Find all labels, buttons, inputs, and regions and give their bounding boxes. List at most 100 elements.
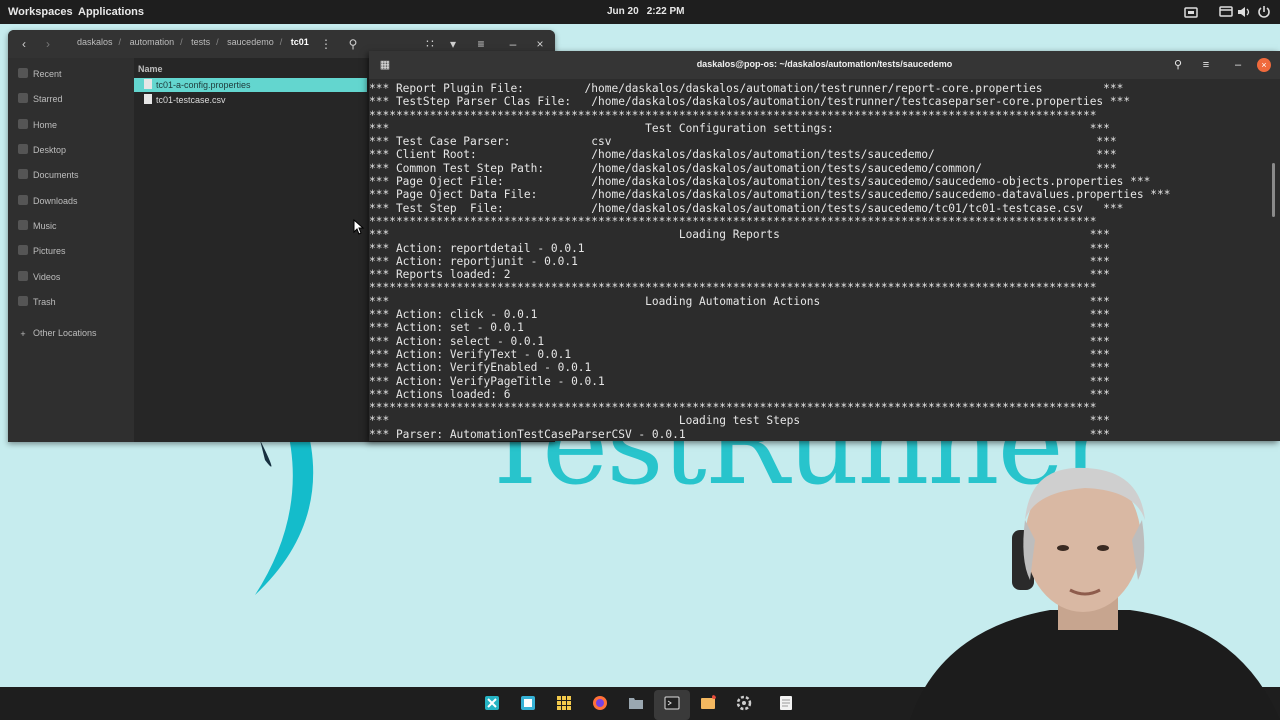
desktop-icon: [18, 144, 28, 154]
file-row[interactable]: tc01-testcase.csv: [134, 93, 367, 107]
sidebar-item-label: Music: [33, 221, 57, 231]
breadcrumb-separator: /: [216, 37, 219, 47]
breadcrumb-separator: /: [180, 37, 183, 47]
minimize-icon[interactable]: –: [1230, 57, 1246, 73]
documents-icon: [18, 169, 28, 179]
sidebar-item-pictures[interactable]: Pictures: [18, 244, 66, 258]
terminal-line: *** Page Oject File: /home/daskalos/dask…: [369, 175, 1151, 189]
mouse-pointer-icon: [353, 219, 365, 235]
webcam-presenter: [910, 467, 1280, 720]
terminal-line: ****************************************…: [369, 281, 1097, 295]
music-icon: [18, 220, 28, 230]
terminal-line: *** Loading Automation Actions ***: [369, 294, 1110, 308]
terminal-line: *** Action: reportdetail - 0.0.1 ***: [369, 241, 1110, 255]
sidebar-item-label: Other Locations: [33, 328, 97, 338]
sidebar-item-downloads[interactable]: Downloads: [18, 194, 78, 208]
terminal-window[interactable]: ▦ daskalos@pop-os: ~/daskalos/automation…: [369, 51, 1280, 441]
notifications-icon[interactable]: [1183, 4, 1199, 20]
applications-button[interactable]: Applications: [78, 0, 144, 24]
minimize-icon[interactable]: –: [505, 36, 521, 52]
wallpaper-swoosh: [255, 420, 314, 595]
breadcrumb-separator: /: [279, 37, 283, 47]
text-editor-icon[interactable]: [778, 695, 794, 711]
trash-icon: [18, 296, 28, 306]
clock[interactable]: Jun 20 2:22 PM: [607, 0, 692, 24]
terminal-line: *** TestStep Parser Clas File: /home/das…: [369, 95, 1131, 109]
places-sidebar: Recent Starred Home Desktop Documents Do…: [8, 58, 134, 442]
forward-icon[interactable]: ›: [40, 36, 56, 52]
pictures-icon: [18, 245, 28, 255]
store-icon[interactable]: [700, 695, 716, 711]
breadcrumb-item[interactable]: daskalos: [77, 37, 113, 47]
power-icon[interactable]: [1256, 4, 1272, 20]
sidebar-item-videos[interactable]: Videos: [18, 270, 60, 284]
time-label: 2:22 PM: [646, 6, 685, 17]
workspaces-button[interactable]: Workspaces: [8, 0, 73, 24]
sidebar-item-other-locations[interactable]: + Other Locations: [18, 326, 97, 340]
file-name: tc01-a-config.properties: [156, 80, 251, 90]
sidebar-item-label: Home: [33, 120, 58, 130]
app-grid-icon[interactable]: [520, 695, 536, 711]
menu-icon[interactable]: ≡: [1198, 57, 1214, 73]
date-label: Jun 20: [607, 6, 639, 17]
file-row[interactable]: tc01-a-config.properties: [134, 78, 367, 92]
terminal-header: ▦ daskalos@pop-os: ~/daskalos/automation…: [369, 51, 1280, 79]
terminal-line: *** Action: set - 0.0.1 ***: [369, 321, 1110, 335]
breadcrumb-item[interactable]: tests: [191, 37, 210, 47]
sidebar-item-music[interactable]: Music: [18, 219, 57, 233]
terminal-line: *** Action: click - 0.0.1 ***: [369, 308, 1110, 322]
breadcrumb-item[interactable]: saucedemo: [227, 37, 274, 47]
breadcrumb-current[interactable]: tc01: [291, 37, 309, 47]
sidebar-item-label: Videos: [33, 272, 61, 282]
terminal-line: *** Parser: AutomationTestCaseParserCSV …: [369, 427, 1110, 441]
back-icon[interactable]: ‹: [16, 36, 32, 52]
display-icon[interactable]: [1218, 4, 1234, 20]
sidebar-item-recent[interactable]: Recent: [18, 67, 62, 81]
terminal-scrollbar[interactable]: [1272, 163, 1275, 217]
sidebar-item-label: Recent: [33, 69, 62, 79]
sidebar-item-documents[interactable]: Documents: [18, 168, 79, 182]
terminal-line: *** Test Step File: /home/daskalos/daska…: [369, 201, 1124, 215]
close-icon[interactable]: ×: [1257, 58, 1271, 72]
sidebar-item-trash[interactable]: Trash: [18, 295, 56, 309]
terminal-line: *** Test Configuration settings: ***: [369, 121, 1110, 135]
terminal-line: *** Common Test Step Path: /home/daskalo…: [369, 161, 1117, 175]
menu-icon[interactable]: ≡: [473, 36, 489, 52]
text-file-icon: [144, 79, 152, 89]
search-icon[interactable]: ⚲: [345, 36, 361, 52]
terminal-output[interactable]: *** Report Plugin File: /home/daskalos/d…: [369, 82, 1280, 441]
close-icon[interactable]: ×: [532, 36, 548, 52]
launcher-icon[interactable]: [556, 695, 572, 711]
volume-icon[interactable]: [1236, 4, 1252, 20]
terminal-line: ****************************************…: [369, 108, 1097, 122]
terminal-icon[interactable]: [664, 695, 680, 711]
column-header-name[interactable]: Name: [138, 64, 163, 74]
grid-view-icon[interactable]: ∷: [422, 36, 438, 52]
search-icon[interactable]: ⚲: [1170, 57, 1186, 73]
breadcrumb-item[interactable]: automation: [130, 37, 175, 47]
sidebar-item-label: Trash: [33, 297, 56, 307]
view-dropdown-icon[interactable]: ▾: [445, 36, 461, 52]
more-options-icon[interactable]: ⋮: [318, 36, 334, 52]
sidebar-item-label: Starred: [33, 94, 63, 104]
files-icon[interactable]: [628, 695, 644, 711]
terminal-line: *** Action: VerifyText - 0.0.1 ***: [369, 347, 1110, 361]
file-name: tc01-testcase.csv: [156, 95, 226, 105]
breadcrumb-separator: /: [118, 37, 122, 47]
home-icon: [18, 119, 28, 129]
top-bar: Workspaces Applications Jun 20 2:22 PM: [0, 0, 1280, 24]
settings-icon[interactable]: [736, 695, 752, 711]
terminal-line: *** Action: reportjunit - 0.0.1 ***: [369, 254, 1110, 268]
text-file-icon: [144, 94, 152, 104]
terminal-line: *** Page Oject Data File: /home/daskalos…: [369, 188, 1171, 202]
firefox-icon[interactable]: [592, 695, 608, 711]
sidebar-item-label: Downloads: [33, 196, 78, 206]
sidebar-item-label: Pictures: [33, 246, 66, 256]
terminal-line: *** Loading Reports ***: [369, 228, 1110, 242]
sidebar-item-label: Desktop: [33, 145, 67, 155]
sidebar-item-desktop[interactable]: Desktop: [18, 143, 66, 157]
videos-icon: [18, 271, 28, 281]
sidebar-item-starred[interactable]: Starred: [18, 92, 63, 106]
workspaces-icon[interactable]: [484, 695, 500, 711]
sidebar-item-home[interactable]: Home: [18, 118, 57, 132]
